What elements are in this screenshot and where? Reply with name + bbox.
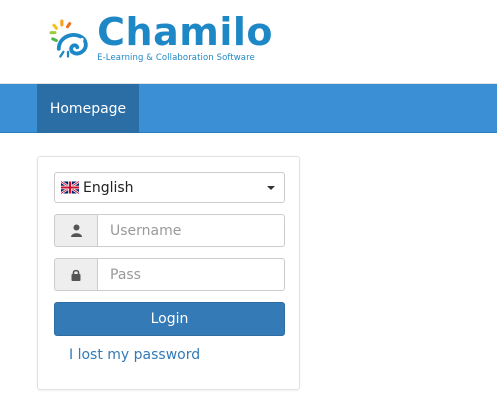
password-group	[54, 258, 285, 291]
username-input[interactable]	[97, 214, 285, 247]
lock-icon	[71, 269, 81, 281]
chamilo-logo[interactable]: Chamilo E-Learning & Collaboration Softw…	[48, 12, 273, 68]
username-group	[54, 214, 285, 247]
language-select[interactable]: English	[54, 172, 285, 203]
login-panel: English Login I lost my password	[37, 156, 300, 390]
user-icon-addon	[54, 214, 97, 247]
brand-name: Chamilo	[97, 10, 273, 54]
password-input[interactable]	[97, 258, 285, 291]
brand-tagline: E-Learning & Collaboration Software	[97, 53, 255, 63]
site-header: Chamilo E-Learning & Collaboration Softw…	[0, 0, 497, 84]
chameleon-logo-icon	[49, 19, 88, 58]
language-selected-label: English	[83, 179, 134, 196]
main-navbar: Homepage	[0, 84, 497, 133]
chevron-down-icon	[267, 186, 275, 190]
uk-flag-icon	[61, 181, 79, 194]
login-button[interactable]: Login	[54, 302, 285, 336]
lock-icon-addon	[54, 258, 97, 291]
lost-password-link[interactable]: I lost my password	[69, 347, 200, 363]
nav-homepage[interactable]: Homepage	[37, 84, 139, 133]
user-icon	[70, 224, 82, 237]
